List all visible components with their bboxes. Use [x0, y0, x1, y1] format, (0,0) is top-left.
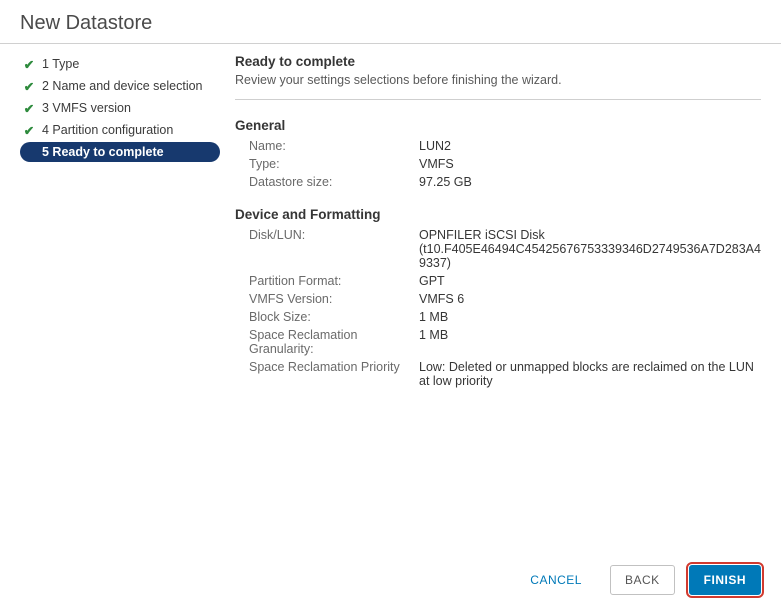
finish-button[interactable]: FINISH: [689, 565, 761, 595]
check-icon: ✔: [22, 123, 36, 137]
general-size-label: Datastore size:: [249, 175, 419, 189]
device-gran-value: 1 MB: [419, 328, 761, 356]
device-vmfsver-value: VMFS 6: [419, 292, 761, 306]
step-label: 5 Ready to complete: [42, 145, 164, 159]
device-blocksize-value: 1 MB: [419, 310, 761, 324]
device-blocksize-label: Block Size:: [249, 310, 419, 324]
back-button[interactable]: BACK: [610, 565, 675, 595]
device-prio-label: Space Reclamation Priority: [249, 360, 419, 388]
section-device: Device and Formatting Disk/LUN: OPNFILER…: [235, 207, 761, 388]
step-type[interactable]: ✔ 1 Type: [20, 54, 220, 74]
dialog-title: New Datastore: [0, 0, 781, 44]
step-label: 3 VMFS version: [42, 101, 131, 115]
general-name-label: Name:: [249, 139, 419, 153]
device-disklun-label: Disk/LUN:: [249, 228, 419, 270]
device-prio-value: Low: Deleted or unmapped blocks are recl…: [419, 360, 761, 388]
step-name-device[interactable]: ✔ 2 Name and device selection: [20, 76, 220, 96]
device-partfmt-label: Partition Format:: [249, 274, 419, 288]
footer: CANCEL BACK FINISH: [516, 565, 761, 595]
check-icon: ✔: [22, 79, 36, 93]
device-vmfsver-label: VMFS Version:: [249, 292, 419, 306]
main-panel: Ready to complete Review your settings s…: [220, 54, 761, 388]
general-type-label: Type:: [249, 157, 419, 171]
device-disklun-value: OPNFILER iSCSI Disk (t10.F405E46494C4542…: [419, 228, 761, 270]
page-subtitle: Review your settings selections before f…: [235, 73, 761, 100]
section-heading: General: [235, 118, 761, 133]
step-vmfs-version[interactable]: ✔ 3 VMFS version: [20, 98, 220, 118]
step-label: 2 Name and device selection: [42, 79, 203, 93]
section-general: General Name: LUN2 Type: VMFS Datastore …: [235, 118, 761, 189]
general-type-value: VMFS: [419, 157, 761, 171]
check-icon: ✔: [22, 57, 36, 71]
device-partfmt-value: GPT: [419, 274, 761, 288]
general-name-value: LUN2: [419, 139, 761, 153]
step-label: 1 Type: [42, 57, 79, 71]
step-partition-config[interactable]: ✔ 4 Partition configuration: [20, 120, 220, 140]
step-ready-to-complete[interactable]: 5 Ready to complete: [20, 142, 220, 162]
check-icon: ✔: [22, 101, 36, 115]
page-title: Ready to complete: [235, 54, 761, 69]
general-size-value: 97.25 GB: [419, 175, 761, 189]
step-label: 4 Partition configuration: [42, 123, 173, 137]
cancel-button[interactable]: CANCEL: [516, 566, 596, 594]
device-gran-label: Space Reclamation Granularity:: [249, 328, 419, 356]
wizard-steps: ✔ 1 Type ✔ 2 Name and device selection ✔…: [20, 54, 220, 388]
section-heading: Device and Formatting: [235, 207, 761, 222]
